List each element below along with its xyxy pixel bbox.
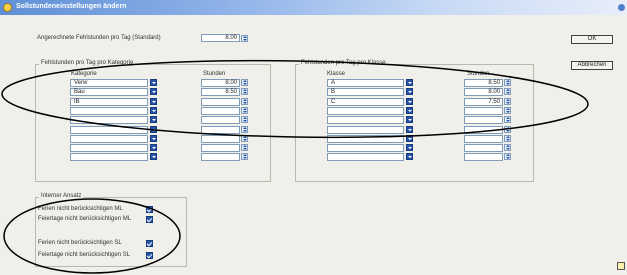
annotation-ellipse-ansatz <box>3 198 181 274</box>
annotation-ellipse-tables <box>1 59 589 139</box>
annotation-layer <box>1 59 589 274</box>
